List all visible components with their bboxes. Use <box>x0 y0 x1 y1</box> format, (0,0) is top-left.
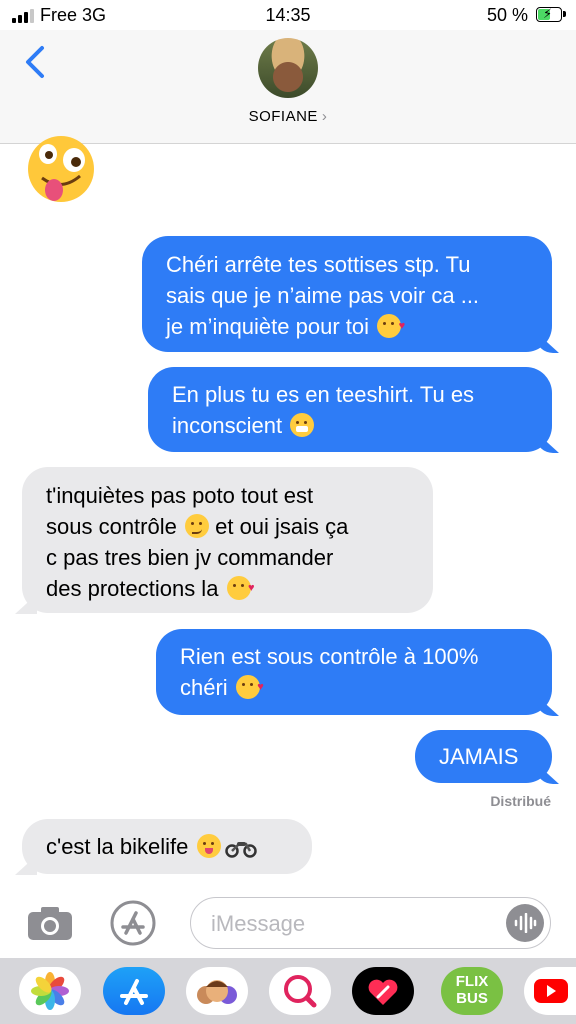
face-blowing-kiss-icon <box>377 311 405 342</box>
waveform-icon <box>514 913 537 933</box>
message-bubble-incoming[interactable]: c'est la bikelife <box>22 819 312 874</box>
battery-percentage: 50 % <box>486 5 528 25</box>
audio-message-button[interactable] <box>506 904 544 942</box>
search-images-app-icon[interactable] <box>269 967 331 1015</box>
message-text: Chéri arrête tes sottises stp. Tu sais q… <box>166 252 480 339</box>
yum-face-icon <box>196 834 221 858</box>
contact-name: SOFIANE <box>248 108 318 125</box>
memoji-app-icon[interactable] <box>186 967 248 1015</box>
message-bubble-outgoing[interactable]: JAMAIS <box>415 730 552 783</box>
message-bubble-outgoing[interactable]: Rien est sous contrôle à 100% chéri <box>156 629 552 715</box>
zany-face-emoji <box>28 136 94 202</box>
status-bar: Free 3G 14:35 50 % ⚡ <box>0 0 576 30</box>
message-bubble-outgoing[interactable]: Chéri arrête tes sottises stp. Tu sais q… <box>142 236 552 352</box>
photos-app-icon[interactable] <box>19 967 81 1015</box>
delivery-status: Distribué <box>490 793 551 809</box>
face-blowing-kiss-icon <box>226 573 255 604</box>
contact-avatar[interactable] <box>258 38 318 98</box>
app-drawer: FLIX BUS <box>0 958 576 1024</box>
camera-icon[interactable] <box>26 904 74 942</box>
digital-touch-app-icon[interactable] <box>352 967 414 1015</box>
flixbus-app-icon[interactable]: FLIX BUS <box>441 967 503 1015</box>
app-store-app-icon[interactable] <box>103 967 165 1015</box>
conversation-header: SOFIANE › <box>0 30 576 144</box>
message-text: En plus tu es en teeshirt. Tu es inconsc… <box>172 382 475 438</box>
message-bubble-outgoing[interactable]: En plus tu es en teeshirt. Tu es inconsc… <box>148 367 552 452</box>
app-store-icon[interactable] <box>106 900 160 946</box>
message-text: c'est la bikelife <box>46 834 189 859</box>
youtube-app-icon[interactable] <box>524 967 576 1015</box>
contact-name-button[interactable]: SOFIANE › <box>0 108 576 125</box>
message-text: Rien est sous contrôle à 100% chéri <box>180 644 479 700</box>
chevron-right-icon: › <box>321 108 328 125</box>
smirking-face-icon <box>184 514 209 538</box>
message-text: JAMAIS <box>439 744 519 769</box>
face-with-steam-icon <box>290 413 315 437</box>
message-input-placeholder: iMessage <box>211 911 306 936</box>
message-input[interactable]: iMessage <box>190 897 551 949</box>
flixbus-label: FLIX BUS <box>455 973 489 1007</box>
battery-charging-icon: ⚡ <box>536 6 566 22</box>
message-bubble-incoming[interactable]: t'inquiètes pas poto tout est sous contr… <box>22 467 433 613</box>
face-blowing-kiss-icon <box>235 672 264 703</box>
motorcycle-icon <box>224 842 257 858</box>
back-chevron-icon[interactable] <box>22 44 52 80</box>
